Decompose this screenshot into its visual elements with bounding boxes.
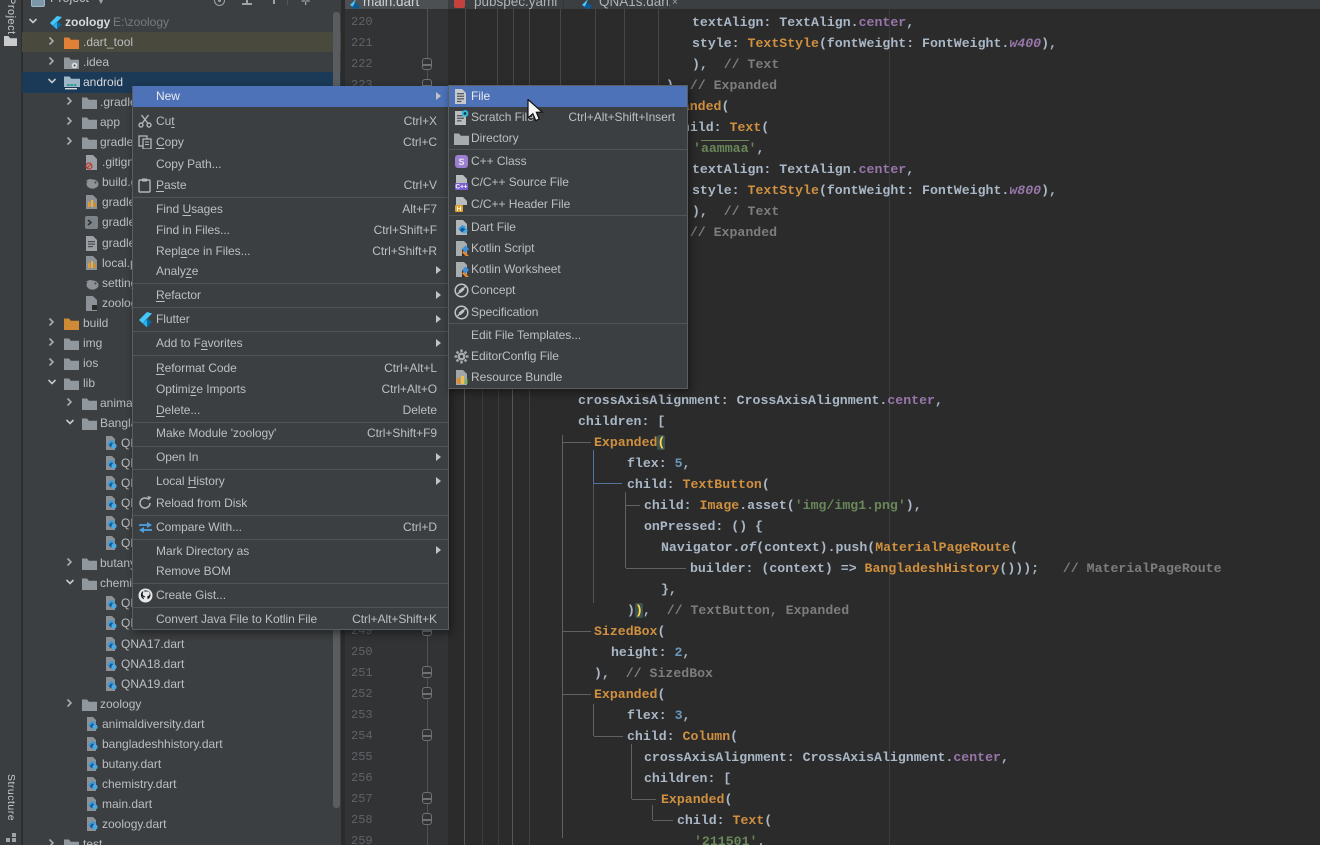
svg-text:H: H bbox=[457, 205, 462, 211]
svg-text:S: S bbox=[459, 157, 465, 167]
svg-text:C++: C++ bbox=[455, 184, 467, 190]
